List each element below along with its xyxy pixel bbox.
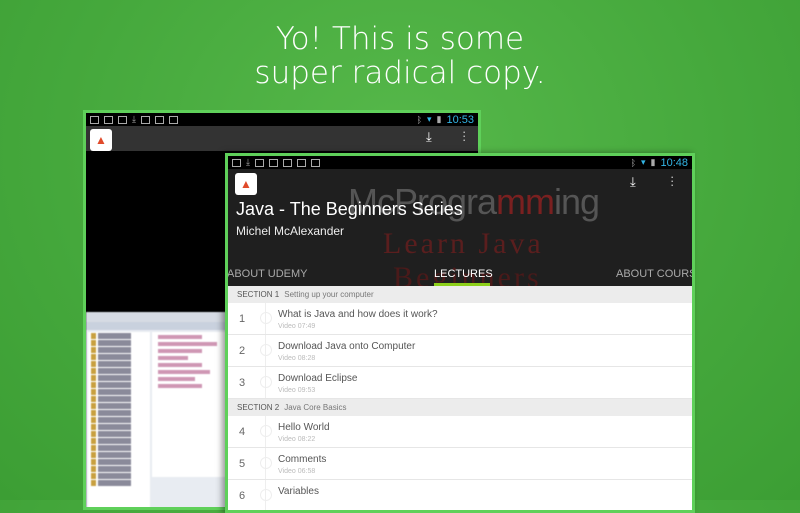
lecture-number: 3 bbox=[239, 377, 246, 389]
lecture-title: Comments bbox=[278, 454, 327, 465]
mail-icon bbox=[104, 115, 113, 124]
download-icon: ⤓ bbox=[246, 157, 250, 167]
lecture-meta: Video 06:58 bbox=[278, 468, 316, 475]
overflow-menu-icon[interactable]: · · · bbox=[462, 125, 466, 146]
course-title: Java - The Beginners Series bbox=[236, 199, 463, 219]
mail-icon bbox=[254, 158, 264, 167]
section-label: SECTION 1 bbox=[237, 290, 280, 299]
play-icon bbox=[310, 158, 320, 167]
lecture-number: 5 bbox=[239, 458, 246, 470]
wifi-icon: ▾ bbox=[426, 114, 432, 124]
headline-line-1: Yo! This is some bbox=[275, 21, 525, 57]
tab-bar: ABOUT UDEMY LECTURES ABOUT COURSE bbox=[228, 266, 692, 286]
watermark-line: Learn Java bbox=[383, 227, 544, 260]
course-header: McProgramming Learn Java Beginners ▲ ⤓ ·… bbox=[228, 169, 692, 286]
phone-icon bbox=[154, 115, 164, 124]
lecture-row[interactable]: 1 What is Java and how does it work? Video… bbox=[228, 303, 692, 335]
image-icon bbox=[232, 158, 241, 167]
lecture-number: 4 bbox=[239, 426, 246, 438]
tab-about-course[interactable]: ABOUT COURSE bbox=[616, 268, 692, 280]
play-icon bbox=[168, 115, 178, 124]
download-button[interactable]: ⤓ bbox=[426, 129, 432, 145]
progress-circle-icon bbox=[260, 312, 272, 324]
lecture-meta: Video 08:28 bbox=[278, 355, 316, 362]
download-button[interactable]: ⤓ bbox=[630, 174, 636, 190]
lecture-number: 1 bbox=[239, 313, 246, 325]
eclipse-screenshot bbox=[86, 312, 226, 507]
lecture-title: Download Java onto Computer bbox=[278, 341, 416, 352]
wifi-icon: ▾ bbox=[640, 157, 646, 167]
bluetooth-icon: ᛒ bbox=[630, 157, 636, 168]
headline-line-2: super radical copy. bbox=[254, 55, 546, 91]
bluetooth-icon: ᛒ bbox=[416, 114, 422, 125]
mail-icon bbox=[268, 158, 278, 167]
lecture-meta: Video 08:22 bbox=[278, 436, 316, 443]
lecture-row[interactable]: 5 Comments Video 06:58 bbox=[228, 448, 692, 480]
course-author: Michel McAlexander bbox=[236, 224, 345, 238]
section-label: SECTION 2 bbox=[237, 403, 280, 412]
battery-icon: ▮ bbox=[650, 157, 656, 167]
status-bar: ⤓ ᛒ ▾ ▮ 10:53 bbox=[86, 113, 478, 126]
mail-icon bbox=[282, 158, 292, 167]
tab-lectures[interactable]: LECTURES bbox=[434, 268, 493, 286]
action-bar: ▲ ⤓ · · · bbox=[86, 125, 478, 151]
lecture-meta: Video 07:49 bbox=[278, 323, 316, 330]
lecture-number: 2 bbox=[239, 345, 246, 357]
lecture-title: Variables bbox=[278, 486, 319, 497]
udemy-logo[interactable]: ▲ bbox=[90, 129, 112, 151]
progress-circle-icon bbox=[260, 344, 272, 356]
mail-icon bbox=[90, 115, 99, 124]
progress-circle-icon bbox=[260, 457, 272, 469]
progress-circle-icon bbox=[260, 489, 272, 501]
overflow-menu-icon[interactable]: · · · bbox=[670, 170, 674, 191]
clock: 10:53 bbox=[446, 113, 474, 126]
section-title: Java Core Basics bbox=[284, 403, 347, 412]
lecture-list: SECTION 1 Setting up your computer 1 What i… bbox=[228, 286, 692, 510]
headline: Yo! This is some super radical copy. bbox=[0, 22, 800, 90]
section-header: SECTION 2 Java Core Basics bbox=[228, 399, 692, 416]
mail-icon bbox=[140, 115, 150, 124]
lecture-row[interactable]: 2 Download Java onto Computer Video 08:28 bbox=[228, 335, 692, 367]
progress-circle-icon bbox=[260, 376, 272, 388]
lecture-row[interactable]: 3 Download Eclipse Video 09:53 bbox=[228, 367, 692, 399]
lecture-title: What is Java and how does it work? bbox=[278, 309, 438, 320]
lecture-meta: Video 09:53 bbox=[278, 387, 316, 394]
section-header: SECTION 1 Setting up your computer bbox=[228, 286, 692, 303]
download-icon: ⤓ bbox=[132, 114, 136, 124]
lecture-title: Hello World bbox=[278, 422, 330, 433]
progress-circle-icon bbox=[260, 425, 272, 437]
lecture-row[interactable]: 4 Hello World Video 08:22 bbox=[228, 416, 692, 448]
udemy-logo[interactable]: ▲ bbox=[235, 173, 257, 195]
lecture-row[interactable]: 6 Variables bbox=[228, 480, 692, 510]
clock: 10:48 bbox=[660, 156, 688, 169]
status-bar: ⤓ ᛒ ▾ ▮ 10:48 bbox=[228, 156, 692, 169]
front-tablet: ⤓ ᛒ ▾ ▮ 10:48 McProgramming Learn Java Beg… bbox=[225, 153, 695, 513]
battery-icon: ▮ bbox=[436, 114, 442, 124]
phone-icon bbox=[296, 158, 306, 167]
lecture-title: Download Eclipse bbox=[278, 373, 358, 384]
tab-about-udemy[interactable]: ABOUT UDEMY bbox=[228, 268, 307, 280]
section-title: Setting up your computer bbox=[284, 290, 374, 299]
image-icon bbox=[118, 115, 127, 124]
lecture-number: 6 bbox=[239, 490, 246, 502]
